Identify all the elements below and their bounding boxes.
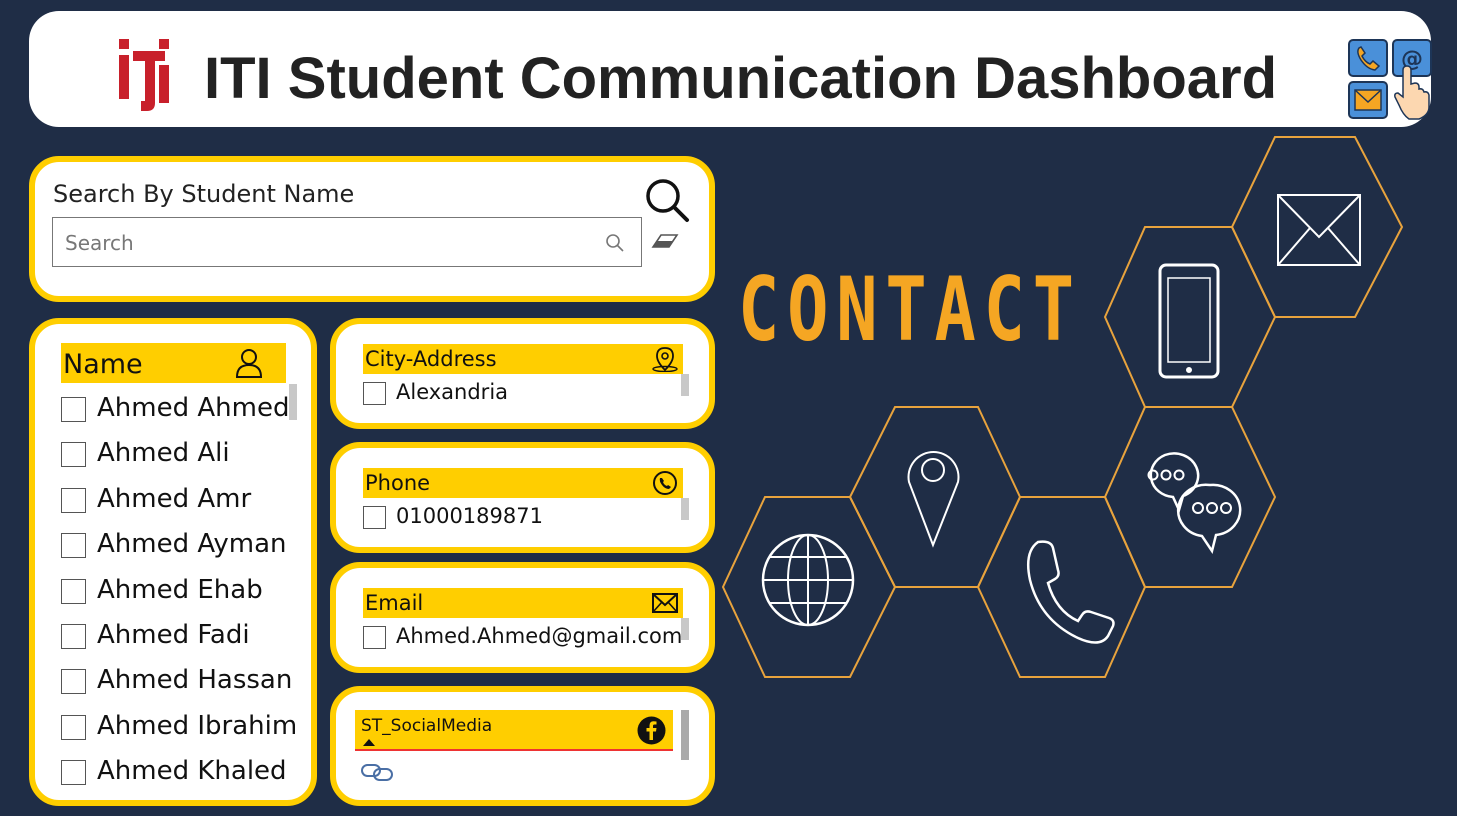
name-slicer: Name Ahmed Ahmed Ahmed Ali Ahmed Amr Ahm…	[29, 318, 317, 806]
mobile-phone-icon	[1158, 263, 1220, 379]
checkbox[interactable]	[61, 669, 86, 695]
hexagon-chat	[1103, 406, 1277, 588]
checkbox[interactable]	[61, 578, 86, 604]
social-media-table: ST_SocialMedia	[330, 686, 715, 806]
phone-scrollbar[interactable]	[681, 498, 689, 520]
list-item[interactable]: Ahmed Ahmed	[61, 389, 301, 434]
email-scrollbar[interactable]	[681, 618, 689, 640]
name-slicer-header: Name	[61, 343, 286, 383]
search-icon	[646, 179, 689, 222]
phone-icon	[653, 471, 677, 495]
city-slicer: City-Address Alexandria	[330, 318, 715, 429]
page-title: ITI Student Communication Dashboard	[204, 46, 1278, 111]
search-icon[interactable]	[605, 233, 625, 253]
social-media-column-label: ST_SocialMedia	[361, 716, 493, 736]
header-bar: ITI Student Communication Dashboard @	[29, 11, 1432, 127]
checkbox[interactable]	[61, 442, 86, 468]
checkbox[interactable]	[61, 397, 86, 422]
search-input[interactable]: Search	[52, 217, 642, 267]
eraser-icon[interactable]	[651, 233, 679, 253]
city-slicer-label: City-Address	[365, 347, 497, 371]
hexagon-location	[848, 406, 1022, 588]
checkbox[interactable]	[363, 506, 386, 529]
hexagon-email	[1230, 136, 1404, 318]
chat-bubbles-icon	[1147, 452, 1242, 555]
envelope-icon	[652, 593, 678, 613]
phone-handset-icon	[1027, 540, 1115, 644]
list-item[interactable]: Ahmed Hassan	[61, 661, 301, 706]
checkbox[interactable]	[61, 760, 86, 786]
list-item[interactable]: Ahmed Ayman	[61, 525, 301, 570]
list-item[interactable]: Alexandria	[363, 379, 688, 409]
email-slicer-label: Email	[365, 591, 424, 615]
location-pin-icon	[907, 451, 960, 548]
link-icon[interactable]	[360, 760, 396, 784]
checkbox[interactable]	[61, 487, 86, 513]
city-slicer-header: City-Address	[363, 344, 683, 374]
search-placeholder: Search	[65, 231, 134, 255]
facebook-icon	[637, 716, 666, 745]
phone-slicer-header: Phone	[363, 468, 683, 498]
hexagon-mobile	[1103, 226, 1277, 408]
contact-hexagon-graphic	[721, 136, 1404, 678]
list-item[interactable]: Ahmed Ibrahim	[61, 707, 301, 752]
name-slicer-label: Name	[63, 349, 143, 380]
envelope-icon	[1277, 194, 1361, 266]
checkbox[interactable]	[61, 714, 86, 740]
hexagon-phone	[976, 496, 1147, 678]
list-item[interactable]: Ahmed Ehab	[61, 571, 301, 616]
city-scrollbar[interactable]	[681, 374, 689, 396]
list-item[interactable]: Ahmed Khaled	[61, 752, 301, 797]
sort-arrow-icon[interactable]	[363, 739, 375, 746]
checkbox[interactable]	[61, 533, 86, 559]
list-item[interactable]: Ahmed Ali	[61, 434, 301, 479]
communication-icon: @	[1348, 39, 1432, 120]
email-slicer-header: Email	[363, 588, 683, 618]
name-list: Ahmed Ahmed Ahmed Ali Ahmed Amr Ahmed Ay…	[61, 389, 301, 798]
email-slicer: Email Ahmed.Ahmed@gmail.com	[330, 562, 715, 673]
location-pin-icon	[652, 347, 678, 372]
list-item[interactable]: Ahmed.Ahmed@gmail.com	[363, 623, 688, 653]
iti-logo-icon	[119, 39, 169, 111]
checkbox[interactable]	[61, 623, 86, 649]
social-scrollbar[interactable]	[681, 710, 689, 760]
social-media-header[interactable]: ST_SocialMedia	[355, 710, 673, 751]
user-icon	[235, 349, 263, 378]
list-item[interactable]: 01000189871	[363, 503, 688, 533]
globe-icon	[761, 533, 855, 627]
phone-slicer: Phone 01000189871	[330, 442, 715, 553]
list-item[interactable]: Ahmed Amr	[61, 480, 301, 525]
checkbox[interactable]	[363, 626, 386, 649]
list-item[interactable]: Ahmed Fadi	[61, 616, 301, 661]
search-panel: Search By Student Name Search	[29, 156, 715, 302]
phone-slicer-label: Phone	[365, 471, 431, 495]
search-title: Search By Student Name	[53, 180, 355, 208]
checkbox[interactable]	[363, 382, 386, 405]
